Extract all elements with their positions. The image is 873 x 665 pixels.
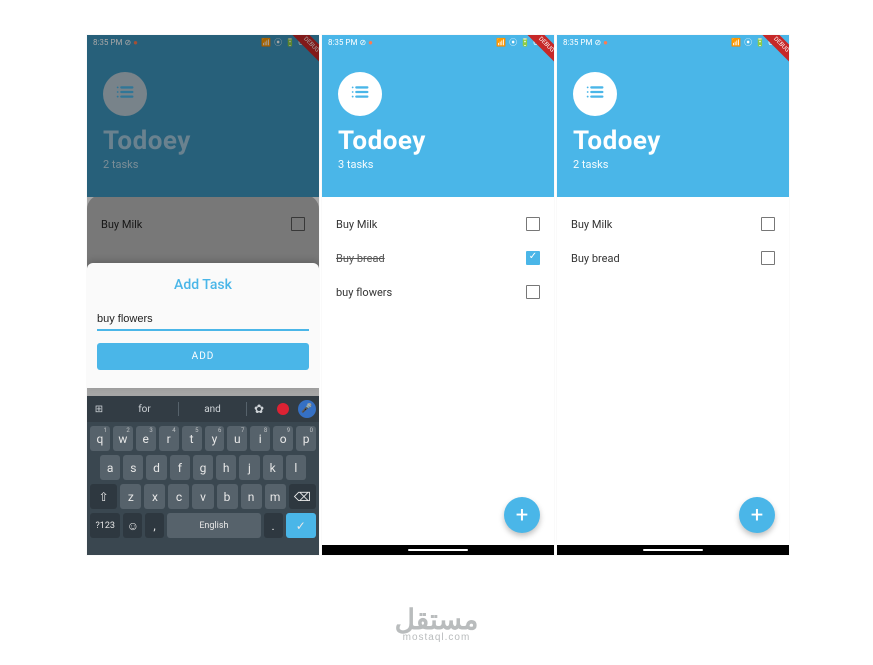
task-row[interactable]: Buy bread: [571, 241, 775, 275]
add-button[interactable]: ADD: [97, 343, 309, 370]
battery-icon: 🔋: [755, 38, 765, 47]
task-row[interactable]: Buy Milk: [336, 207, 540, 241]
list-icon: [584, 81, 606, 107]
key-q[interactable]: q1: [90, 426, 110, 451]
task-count: 2 tasks: [573, 158, 773, 171]
key-a[interactable]: a: [100, 455, 120, 480]
key-b[interactable]: b: [217, 484, 238, 509]
key-e[interactable]: e3: [136, 426, 156, 451]
nav-bar: [322, 545, 554, 555]
dnd-icon: ⊘: [359, 38, 366, 47]
phone-screen-2: 8:35 PM ⊘ ● 📶 ⦿ 🔋 64% DEBUG Todoey 3 tas…: [322, 35, 554, 555]
app-title: Todoey: [338, 126, 538, 156]
key-x[interactable]: x: [144, 484, 165, 509]
key-g[interactable]: g: [193, 455, 213, 480]
nav-bar: [557, 545, 789, 555]
status-bar: 8:35 PM ⊘ ● 📶 ⦿ 🔋 64%: [557, 35, 789, 50]
task-label: Buy bread: [571, 252, 620, 265]
task-checkbox[interactable]: [526, 285, 540, 299]
dnd-icon: ⊘: [594, 38, 601, 47]
suggestion[interactable]: for: [111, 404, 178, 415]
task-label: Buy Milk: [571, 218, 612, 231]
status-time: 8:35 PM ⊘ ●: [328, 38, 373, 47]
record-icon[interactable]: [271, 403, 295, 415]
grid-icon[interactable]: ⊞: [87, 404, 111, 415]
mic-icon[interactable]: 🎤: [295, 400, 319, 418]
key-u[interactable]: u7: [227, 426, 247, 451]
task-checkbox[interactable]: [761, 251, 775, 265]
status-bar: 8:35 PM ⊘ ● 📶 ⦿ 🔋 64%: [322, 35, 554, 50]
signal-icon: 📶: [496, 38, 506, 47]
space-key[interactable]: English: [167, 513, 261, 538]
task-label: Buy bread: [336, 252, 385, 265]
add-fab[interactable]: +: [504, 497, 540, 533]
comma-key[interactable]: ,: [145, 513, 164, 538]
settings-icon[interactable]: ✿: [247, 402, 271, 416]
key-v[interactable]: v: [192, 484, 213, 509]
wifi-icon: ⦿: [509, 37, 517, 48]
app-logo: [338, 72, 382, 116]
app-header: Todoey 2 tasks: [557, 50, 789, 197]
task-row[interactable]: Buy bread ✓: [336, 241, 540, 275]
key-s[interactable]: s: [123, 455, 143, 480]
key-i[interactable]: i8: [250, 426, 270, 451]
suggestion[interactable]: and: [179, 404, 246, 415]
task-list: Buy Milk Buy bread ✓ buy flowers: [322, 195, 554, 309]
key-j[interactable]: j: [239, 455, 259, 480]
task-row[interactable]: Buy Milk: [571, 207, 775, 241]
branding: مستقل mostaql.com: [0, 603, 873, 643]
phone-screen-1: 8:35 PM ⊘ ● 📶 ⦿ 🔋 64% DEBUG Todoey 2 tas…: [87, 35, 319, 555]
app-title: Todoey: [573, 126, 773, 156]
branding-latin: mostaql.com: [395, 632, 479, 643]
keyboard[interactable]: ⊞ for and ✿ 🎤 q1w2e3r4t5y6u7i8o9p0 asdfg…: [87, 396, 319, 555]
status-time: 8:35 PM ⊘ ●: [563, 38, 608, 47]
task-label: buy flowers: [336, 286, 392, 299]
add-fab[interactable]: +: [739, 497, 775, 533]
key-d[interactable]: d: [146, 455, 166, 480]
key-c[interactable]: c: [168, 484, 189, 509]
task-list-wrap: Buy Milk Buy bread: [557, 195, 789, 307]
wifi-icon: ⦿: [744, 37, 752, 48]
key-o[interactable]: o9: [273, 426, 293, 451]
task-row[interactable]: buy flowers: [336, 275, 540, 309]
key-z[interactable]: z: [120, 484, 141, 509]
task-input[interactable]: [97, 311, 309, 331]
key-y[interactable]: y6: [205, 426, 225, 451]
task-list: Buy Milk Buy bread: [557, 195, 789, 307]
battery-icon: 🔋: [520, 38, 530, 47]
task-checkbox[interactable]: [761, 217, 775, 231]
symbols-key[interactable]: ?123: [90, 513, 120, 538]
key-m[interactable]: m: [265, 484, 286, 509]
status-dot-icon: ●: [368, 38, 373, 47]
status-dot-icon: ●: [603, 38, 608, 47]
screens-container: 8:35 PM ⊘ ● 📶 ⦿ 🔋 64% DEBUG Todoey 2 tas…: [0, 0, 873, 555]
task-label: Buy Milk: [336, 218, 377, 231]
app-header: Todoey 3 tasks: [322, 50, 554, 197]
key-w[interactable]: w2: [113, 426, 133, 451]
key-l[interactable]: l: [286, 455, 306, 480]
task-checkbox[interactable]: [526, 217, 540, 231]
task-checkbox[interactable]: ✓: [526, 251, 540, 265]
shift-key[interactable]: ⇧: [90, 484, 117, 509]
keyboard-suggestions: ⊞ for and ✿ 🎤: [87, 396, 319, 422]
key-t[interactable]: t5: [182, 426, 202, 451]
backspace-key[interactable]: ⌫: [289, 484, 316, 509]
modal-title: Add Task: [97, 277, 309, 293]
key-p[interactable]: p0: [296, 426, 316, 451]
list-icon: [349, 81, 371, 107]
add-task-modal: Add Task ADD: [87, 263, 319, 388]
enter-key[interactable]: ✓: [286, 513, 316, 538]
signal-icon: 📶: [731, 38, 741, 47]
key-f[interactable]: f: [170, 455, 190, 480]
emoji-key[interactable]: ☺: [123, 513, 142, 538]
key-h[interactable]: h: [216, 455, 236, 480]
app-logo: [573, 72, 617, 116]
key-k[interactable]: k: [263, 455, 283, 480]
period-key[interactable]: .: [264, 513, 283, 538]
task-count: 3 tasks: [338, 158, 538, 171]
task-list-wrap: Buy Milk Buy bread ✓ buy flowers: [322, 195, 554, 309]
phone-screen-3: 8:35 PM ⊘ ● 📶 ⦿ 🔋 64% DEBUG Todoey 2 tas…: [557, 35, 789, 555]
key-r[interactable]: r4: [159, 426, 179, 451]
key-n[interactable]: n: [241, 484, 262, 509]
